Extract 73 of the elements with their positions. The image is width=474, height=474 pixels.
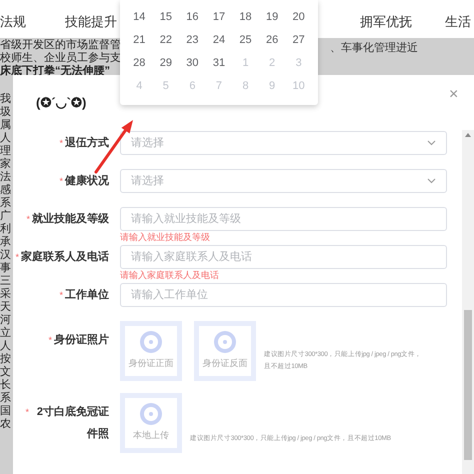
required-mark: * xyxy=(25,406,29,419)
chevron-down-icon xyxy=(427,178,436,184)
background-text: 圾 xyxy=(0,106,11,119)
calendar-day[interactable]: 29 xyxy=(156,55,176,72)
background-text: 系 xyxy=(0,392,11,405)
calendar-day[interactable]: 25 xyxy=(236,32,256,49)
background-text: 广 xyxy=(0,210,11,223)
calendar-day[interactable]: 18 xyxy=(236,9,256,26)
nav-link[interactable]: 法规 xyxy=(0,12,26,32)
background-text: 天 xyxy=(0,301,11,314)
camera-icon xyxy=(214,331,236,354)
field-label: 工作单位 xyxy=(65,288,109,303)
field-label: 就业技能及等级 xyxy=(32,212,109,227)
background-text: 理 xyxy=(0,145,11,158)
background-text: 省级开发区的市场监督管 xyxy=(0,39,121,52)
calendar-day[interactable]: 24 xyxy=(208,32,229,49)
background-text: 按 xyxy=(0,353,11,366)
scrollbar[interactable] xyxy=(462,130,474,474)
background-text: 我 xyxy=(0,93,11,106)
nav-link[interactable]: 拥军优抚 xyxy=(360,12,412,32)
calendar-day[interactable]: 27 xyxy=(288,32,309,49)
error-text: 请输入家庭联系人及电话 xyxy=(120,269,220,281)
required-mark: * xyxy=(59,289,63,302)
background-text: 法 xyxy=(0,171,11,184)
background-text: 汉 xyxy=(0,249,11,262)
background-text: 农 xyxy=(0,418,11,431)
calendar-day[interactable]: 19 xyxy=(262,9,282,26)
background-text: 河 xyxy=(0,314,11,326)
required-mark: * xyxy=(59,175,63,188)
field-label: 2寸白底免冠证件照 xyxy=(36,404,109,442)
background-text: 人 xyxy=(0,340,11,353)
background-text: 国 xyxy=(0,405,11,418)
calendar-day[interactable]: 26 xyxy=(262,32,282,49)
required-mark: * xyxy=(26,213,30,226)
field-label: 身份证照片 xyxy=(54,332,109,348)
nav-link[interactable]: 生活 xyxy=(445,12,471,32)
field-label: 健康状况 xyxy=(65,174,109,189)
calendar-day[interactable]: 15 xyxy=(156,9,176,26)
background-text: 长 xyxy=(0,379,11,392)
background-text: 校师生、企业员工参与支 xyxy=(0,52,121,64)
field-label: 家庭联系人及电话 xyxy=(21,250,109,265)
calendar-day[interactable]: 30 xyxy=(182,55,202,72)
background-text: 属 xyxy=(0,119,11,132)
background-text: 、车事化管理进近 xyxy=(330,41,418,56)
calendar-day[interactable]: 31 xyxy=(208,55,229,72)
calendar-day[interactable]: 28 xyxy=(129,55,150,72)
background-text: 家 xyxy=(0,158,11,171)
error-text: 请输入就业技能及等级 xyxy=(120,231,211,243)
camera-icon xyxy=(140,403,162,426)
background-text: 采 xyxy=(0,288,11,301)
background-text: 感 xyxy=(0,184,11,196)
background-text: 承 xyxy=(0,236,11,249)
required-mark: * xyxy=(48,334,52,347)
background-text: 利 xyxy=(0,223,11,236)
background-text: 人 xyxy=(0,132,11,145)
calendar-day[interactable]: 21 xyxy=(129,32,150,49)
calendar-day[interactable]: 14 xyxy=(129,9,150,26)
camera-icon xyxy=(140,331,162,354)
calendar-day[interactable]: 16 xyxy=(182,9,202,26)
field-label: 退伍方式 xyxy=(65,136,109,151)
calendar-day[interactable]: 23 xyxy=(182,32,202,49)
background-text: 三 xyxy=(0,275,11,288)
calendar-day[interactable]: 22 xyxy=(156,32,176,49)
required-mark: * xyxy=(15,251,19,264)
chevron-down-icon xyxy=(427,140,436,146)
calendar-day[interactable]: 17 xyxy=(208,9,229,26)
required-mark: * xyxy=(59,137,63,150)
background-text: 系 xyxy=(0,197,11,210)
background-text: 事 xyxy=(0,262,11,275)
background-text: 文 xyxy=(0,366,11,379)
background-text: 立 xyxy=(0,327,11,340)
dialog-title: (✪´◡`✪) xyxy=(36,94,86,112)
calendar-day[interactable]: 20 xyxy=(288,9,309,26)
